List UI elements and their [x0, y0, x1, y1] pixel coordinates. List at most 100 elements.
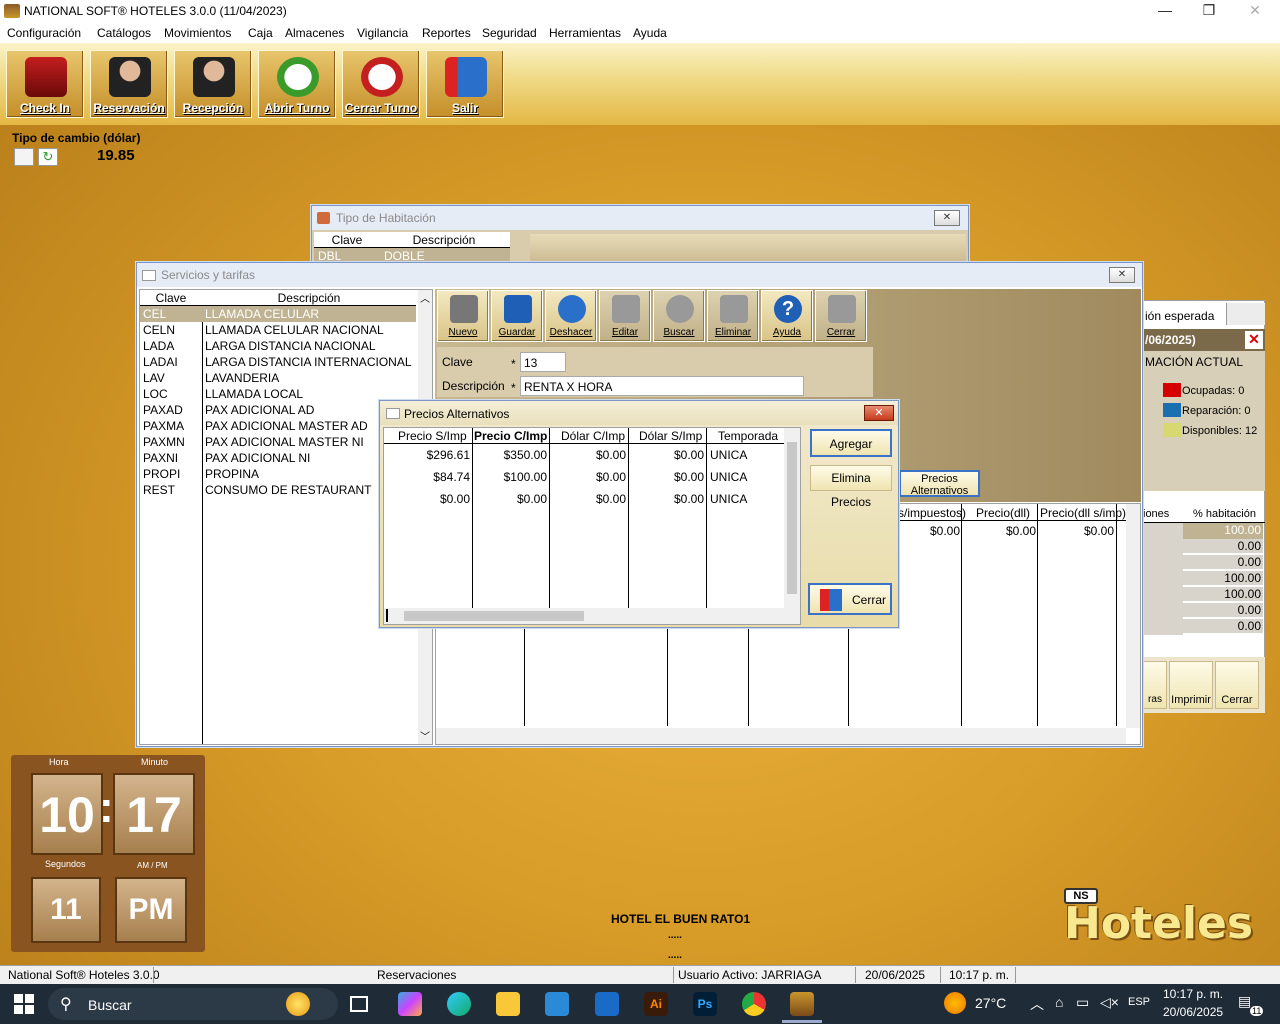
red-x-icon[interactable]: ✕: [1245, 331, 1263, 349]
ayuda-button[interactable]: ? Ayuda: [761, 290, 813, 342]
scroll-down-icon[interactable]: ﹀: [420, 728, 430, 743]
table-row[interactable]: PAXNI PAX ADICIONAL NI: [140, 450, 416, 466]
h-scrollbar[interactable]: [436, 728, 1126, 744]
menu-seguridad[interactable]: Seguridad: [482, 26, 537, 40]
outlook-icon[interactable]: [595, 992, 619, 1016]
device-icon[interactable]: ⌂: [1055, 994, 1063, 1010]
cerrar-button[interactable]: Cerrar: [815, 290, 867, 342]
illustrator-icon[interactable]: Ai: [644, 992, 668, 1016]
cell-descripcion: LAVANDERIA: [205, 371, 280, 385]
chrome-icon[interactable]: [742, 992, 766, 1016]
table-row[interactable]: $296.61 $350.00 $0.00 $0.00 UNICA: [384, 448, 784, 464]
cell-clave: DBL: [318, 249, 342, 263]
h-scrollbar[interactable]: [384, 608, 784, 624]
table-row[interactable]: CEL LLAMADA CELULAR: [140, 306, 416, 322]
windows-start-icon[interactable]: [14, 994, 34, 1014]
precios-alternativos-button[interactable]: Precios Alternativos: [899, 470, 980, 497]
volume-icon[interactable]: ◁×: [1100, 994, 1119, 1011]
tab-other[interactable]: [1227, 303, 1265, 325]
close-icon[interactable]: ✕: [864, 405, 894, 421]
language-indicator[interactable]: ESP: [1128, 996, 1150, 1008]
clave-input[interactable]: 13: [520, 352, 566, 372]
taskbar-date[interactable]: 20/06/2025: [1163, 1005, 1223, 1019]
weather-icon[interactable]: [944, 992, 966, 1014]
table-row[interactable]: LOC LLAMADA LOCAL: [140, 386, 416, 402]
cell: $0.00: [1083, 524, 1114, 538]
table-row[interactable]: $0.00 $0.00 $0.00 $0.00 UNICA: [384, 492, 784, 508]
cerrar-turno-button[interactable]: Cerrar Turno: [342, 50, 420, 118]
edit-rate-icon[interactable]: [14, 148, 34, 166]
refresh-icon[interactable]: ↻: [38, 148, 58, 166]
menu-configuracion[interactable]: Configuración: [7, 26, 81, 40]
elimina-precios-button[interactable]: Elimina Precios: [810, 465, 892, 509]
close-button[interactable]: ✕: [934, 210, 960, 226]
menu-reportes[interactable]: Reportes: [422, 26, 471, 40]
scroll-up-icon[interactable]: ︿: [420, 290, 430, 305]
notification-icon[interactable]: ▤: [1238, 993, 1251, 1010]
cerrar-button[interactable]: Cerrar: [808, 583, 892, 615]
check-in-button[interactable]: Check In: [6, 50, 84, 118]
imprimir-button[interactable]: Imprimir: [1169, 661, 1213, 709]
close-icon[interactable]: ✕: [1240, 2, 1270, 19]
cerrar-button[interactable]: Cerrar: [1215, 661, 1259, 709]
col-clave: Clave: [155, 291, 187, 305]
descripcion-input[interactable]: RENTA X HORA: [520, 376, 804, 396]
menu-caja[interactable]: Caja: [248, 26, 273, 40]
deshacer-button[interactable]: Deshacer: [545, 290, 597, 342]
menu-ayuda[interactable]: Ayuda: [633, 26, 667, 40]
reservacion-button[interactable]: Reservación: [90, 50, 168, 118]
agregar-precio-button[interactable]: Agregar Precio: [810, 429, 892, 477]
table-row[interactable]: CELN LLAMADA CELULAR NACIONAL: [140, 322, 416, 338]
chevron-up-icon[interactable]: ︿: [1030, 994, 1044, 1014]
main-toolbar: Check In Reservación Recepción Abrir Tur…: [0, 43, 1280, 125]
network-icon[interactable]: ▭: [1076, 994, 1089, 1011]
task-view-icon[interactable]: [350, 996, 368, 1012]
guardar-button[interactable]: Guardar: [491, 290, 543, 342]
table-row[interactable]: PAXMA PAX ADICIONAL MASTER AD: [140, 418, 416, 434]
photoshop-icon[interactable]: Ps: [693, 992, 717, 1016]
nuevo-button[interactable]: Nuevo: [437, 290, 489, 342]
table-row[interactable]: PAXMN PAX ADICIONAL MASTER NI: [140, 434, 416, 450]
menu-movimientos[interactable]: Movimientos: [164, 26, 231, 40]
table-row[interactable]: LADAI LARGA DISTANCIA INTERNACIONAL: [140, 354, 416, 370]
copilot-icon[interactable]: [398, 992, 422, 1016]
buscar-button[interactable]: Buscar: [653, 290, 705, 342]
section-title: MACIÓN ACTUAL: [1145, 355, 1244, 369]
abrir-turno-button[interactable]: Abrir Turno: [258, 50, 336, 118]
recepcion-button[interactable]: Recepción: [174, 50, 252, 118]
table-row[interactable]: PAXAD PAX ADICIONAL AD: [140, 402, 416, 418]
eliminar-label: Eliminar: [714, 327, 752, 338]
eliminar-button[interactable]: Eliminar: [707, 290, 759, 342]
menu-almacenes[interactable]: Almacenes: [285, 26, 344, 40]
minimize-icon[interactable]: —: [1150, 2, 1180, 18]
scroll-thumb[interactable]: [787, 442, 797, 594]
close-button[interactable]: ✕: [1109, 267, 1135, 283]
guardar-label: Guardar: [498, 327, 536, 338]
v-scrollbar[interactable]: [784, 428, 800, 624]
store-icon[interactable]: [545, 992, 569, 1016]
cell: $350.00: [503, 448, 547, 462]
v-scrollbar[interactable]: [1126, 504, 1140, 728]
ras-button[interactable]: ras: [1143, 661, 1167, 709]
temperature[interactable]: 27°C: [975, 995, 1006, 1011]
scroll-thumb[interactable]: [404, 611, 584, 621]
editar-button[interactable]: Editar: [599, 290, 651, 342]
table-row[interactable]: LADA LARGA DISTANCIA NACIONAL: [140, 338, 416, 354]
file-explorer-icon[interactable]: [496, 992, 520, 1016]
taskbar-time[interactable]: 10:17 p. m.: [1163, 987, 1223, 1001]
menu-catalogos[interactable]: Catálogos: [97, 26, 151, 40]
edge-icon[interactable]: [447, 992, 471, 1016]
table-row[interactable]: $84.74 $100.00 $0.00 $0.00 UNICA: [384, 470, 784, 486]
column-divider: [1116, 504, 1117, 726]
table-row[interactable]: PROPI PROPINA: [140, 466, 416, 482]
salir-button[interactable]: Salir: [426, 50, 504, 118]
menu-vigilancia[interactable]: Vigilancia: [357, 26, 408, 40]
tab-expected[interactable]: ión esperada: [1143, 303, 1227, 325]
ns-hoteles-taskbar-icon[interactable]: [790, 992, 814, 1016]
status-time: 10:17 p. m.: [949, 968, 1010, 982]
menu-herramientas[interactable]: Herramientas: [549, 26, 621, 40]
restore-icon[interactable]: ❐: [1194, 2, 1224, 19]
table-row[interactable]: LAV LAVANDERIA: [140, 370, 416, 386]
search-box[interactable]: ⚲ Buscar: [48, 988, 338, 1020]
table-row[interactable]: REST CONSUMO DE RESTAURANT: [140, 482, 416, 498]
